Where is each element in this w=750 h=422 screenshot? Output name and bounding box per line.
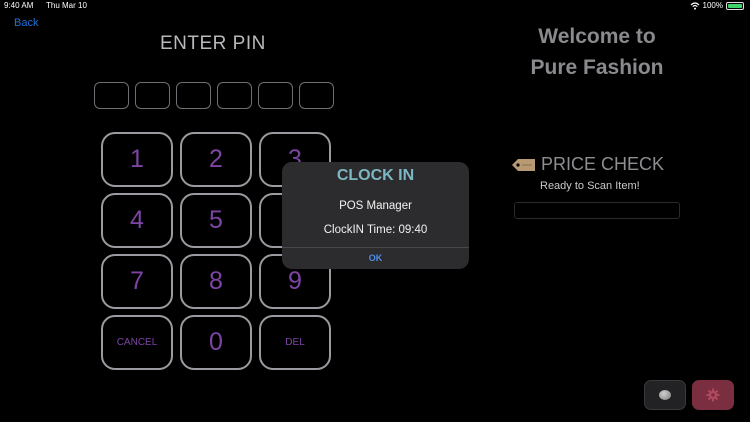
welcome-heading: Welcome to Pure Fashion	[512, 21, 682, 83]
pin-box	[217, 82, 252, 109]
battery-icon	[726, 1, 744, 10]
gear-icon	[706, 388, 720, 402]
dialog-clock-time: ClockIN Time: 09:40	[323, 224, 428, 236]
key-2[interactable]: 2	[180, 132, 252, 187]
enter-pin-title: ENTER PIN	[160, 33, 266, 54]
orb-button[interactable]	[644, 380, 686, 410]
pin-box	[176, 82, 211, 109]
price-check-subtitle: Ready to Scan Item!	[540, 180, 640, 192]
status-bar: 9:40 AM Thu Mar 10 100%	[0, 0, 750, 12]
scan-input[interactable]	[514, 202, 680, 219]
pin-box	[135, 82, 170, 109]
pin-box	[94, 82, 129, 109]
key-7[interactable]: 7	[101, 254, 173, 309]
back-button[interactable]: Back	[14, 17, 38, 29]
price-check-title: PRICE CHECK	[541, 154, 665, 174]
sphere-icon	[659, 390, 671, 400]
pin-box	[299, 82, 334, 109]
pin-box	[258, 82, 293, 109]
key-8[interactable]: 8	[180, 254, 252, 309]
price-tag-icon	[512, 158, 535, 171]
status-date: Thu Mar 10	[46, 1, 87, 10]
clock-in-dialog: CLOCK IN POS Manager ClockIN Time: 09:40…	[282, 162, 469, 269]
dialog-title: CLOCK IN	[336, 167, 415, 184]
key-4[interactable]: 4	[101, 193, 173, 248]
pin-boxes	[94, 82, 334, 109]
battery-percent: 100%	[702, 1, 723, 10]
welcome-line2: Pure Fashion	[530, 56, 664, 79]
welcome-line1: Welcome to	[538, 25, 656, 48]
status-right: 100%	[690, 1, 744, 10]
wifi-icon	[690, 1, 699, 10]
price-check-header: PRICE CHECK	[512, 154, 664, 175]
key-cancel[interactable]: CANCEL	[101, 315, 173, 370]
settings-button[interactable]	[692, 380, 734, 410]
key-delete[interactable]: DEL	[259, 315, 331, 370]
ok-button[interactable]: OK	[282, 248, 469, 269]
key-0[interactable]: 0	[180, 315, 252, 370]
dialog-user: POS Manager	[339, 200, 412, 212]
key-5[interactable]: 5	[180, 193, 252, 248]
key-1[interactable]: 1	[101, 132, 173, 187]
status-time: 9:40 AM	[4, 1, 34, 10]
